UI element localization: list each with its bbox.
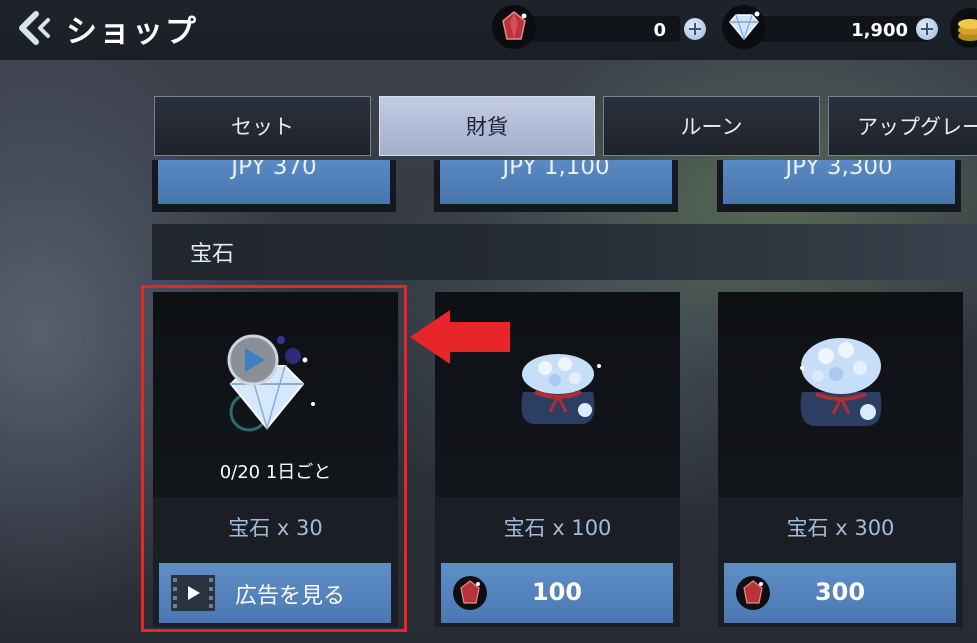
product-image	[718, 292, 963, 497]
section-title: 宝石	[190, 242, 235, 267]
ruby-amount: 0	[653, 20, 666, 41]
price-value: 300	[814, 578, 866, 606]
gem-bag-large-icon	[800, 338, 882, 426]
top-bar: ショップ 0 1,900	[0, 0, 977, 60]
package-card: JPY 3,300	[717, 160, 961, 212]
section-header: 宝石	[152, 224, 977, 280]
ruby-icon	[492, 5, 536, 49]
highlight-box	[141, 285, 407, 632]
tab-rune[interactable]: ルーン	[603, 96, 820, 156]
product-name: 宝石 x 300	[786, 516, 895, 540]
gem-amount: 1,900	[851, 20, 908, 41]
back-arrow-icon	[19, 11, 50, 45]
package-card: JPY 370	[152, 160, 396, 212]
price-label: JPY 1,100	[502, 160, 610, 180]
buy-button[interactable]: JPY 3,300	[723, 160, 955, 204]
product-name: 宝石 x 100	[503, 516, 612, 540]
back-button[interactable]	[14, 10, 54, 46]
buy-button[interactable]: JPY 370	[158, 160, 390, 204]
buy-button[interactable]: 100	[441, 563, 673, 623]
buy-button[interactable]: JPY 1,100	[440, 160, 672, 204]
gold-coin-icon	[950, 6, 977, 50]
pointer-arrow-icon	[410, 310, 512, 364]
buy-button[interactable]: 300	[724, 563, 956, 623]
tab-set[interactable]: セット	[154, 96, 371, 156]
add-gem-button[interactable]	[916, 18, 938, 40]
ruby-currency: 0	[490, 5, 710, 49]
product-card: 宝石 x 300 300	[718, 292, 963, 627]
price-value: 100	[531, 578, 583, 606]
package-card: JPY 1,100	[434, 160, 678, 212]
price-label: JPY 370	[231, 160, 317, 180]
gem-currency: 1,900	[722, 5, 977, 50]
tab-currency[interactable]: 財貨	[379, 96, 595, 156]
add-ruby-button[interactable]	[684, 18, 706, 40]
tab-upgrade[interactable]: アップグレー	[828, 96, 977, 156]
gem-icon	[722, 5, 766, 49]
price-label: JPY 3,300	[785, 160, 893, 180]
page-title: ショップ	[66, 14, 198, 50]
